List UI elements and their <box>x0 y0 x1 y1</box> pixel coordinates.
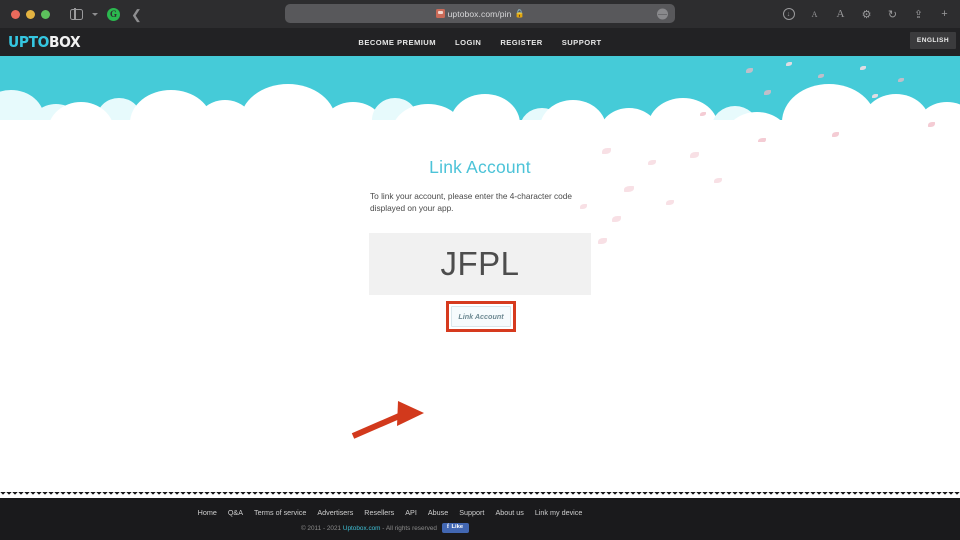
footer-links: Home Q&A Terms of service Advertisers Re… <box>0 508 960 517</box>
instruction-text: To link your account, please enter the 4… <box>370 191 573 213</box>
browser-window: G ❮ uptobox.com/pin 🔒 — ↓ A A ⚙ ↻ ⇪ + UP… <box>0 0 960 540</box>
footer-link-abuse[interactable]: Abuse <box>428 508 448 517</box>
footer-link-link-my-device[interactable]: Link my device <box>535 508 583 517</box>
window-traffic-lights <box>11 9 50 19</box>
cloud-illustration <box>0 68 960 142</box>
ghostery-shield-icon[interactable]: G <box>107 7 120 21</box>
address-bar-url: uptobox.com/pin <box>447 8 512 19</box>
text-size-larger-icon[interactable]: A <box>834 8 847 21</box>
site-footer: Home Q&A Terms of service Advertisers Re… <box>0 492 960 540</box>
footer-link-home[interactable]: Home <box>198 508 217 517</box>
footer-link-resellers[interactable]: Resellers <box>364 508 394 517</box>
pin-code-value: JFPL <box>440 245 520 282</box>
browser-right-icons: ↓ A A ⚙ ↻ ⇪ + <box>782 0 951 28</box>
nav-register[interactable]: REGISTER <box>500 38 542 47</box>
pin-code-input[interactable]: JFPL <box>369 233 591 295</box>
minimize-window-button[interactable] <box>26 9 35 19</box>
sky-cloud-banner <box>0 56 960 142</box>
share-icon[interactable]: ⇪ <box>912 8 925 21</box>
address-bar[interactable]: uptobox.com/pin 🔒 — <box>285 4 675 23</box>
chevron-down-icon[interactable] <box>92 12 98 16</box>
lock-icon: 🔒 <box>514 9 525 18</box>
site-header: UPTOBOX BECOME PREMIUM LOGIN REGISTER SU… <box>0 28 960 56</box>
reload-icon[interactable]: — <box>657 8 668 19</box>
maximize-window-button[interactable] <box>41 9 50 19</box>
close-window-button[interactable] <box>11 9 20 19</box>
new-tab-icon[interactable]: + <box>938 8 951 21</box>
footer-link-support[interactable]: Support <box>459 508 484 517</box>
page-content: Link Account To link your account, pleas… <box>0 142 960 492</box>
nav-login[interactable]: LOGIN <box>455 38 481 47</box>
extensions-gear-icon[interactable]: ⚙ <box>860 8 873 21</box>
footer-link-qa[interactable]: Q&A <box>228 508 243 517</box>
footer-link-api[interactable]: API <box>405 508 417 517</box>
downloads-icon[interactable]: ↓ <box>782 8 795 21</box>
text-size-smaller-icon[interactable]: A <box>808 8 821 21</box>
reload-page-icon[interactable]: ↻ <box>886 8 899 21</box>
footer-link-terms[interactable]: Terms of service <box>254 508 306 517</box>
site-nav: BECOME PREMIUM LOGIN REGISTER SUPPORT <box>0 38 960 47</box>
copyright-suffix: - All rights reserved <box>380 524 437 532</box>
site-favicon-icon <box>435 9 445 18</box>
language-selector[interactable]: ENGLISH <box>909 32 956 49</box>
facebook-f-icon: f <box>447 524 449 530</box>
nav-support[interactable]: SUPPORT <box>562 38 602 47</box>
nav-become-premium[interactable]: BECOME PREMIUM <box>358 38 436 47</box>
back-chevron-icon[interactable]: ❮ <box>131 8 142 21</box>
facebook-like-label: Like <box>451 524 464 530</box>
annotation-arrow <box>351 401 424 439</box>
browser-toolbar: G ❮ uptobox.com/pin 🔒 — ↓ A A ⚙ ↻ ⇪ + <box>0 0 960 28</box>
sidebar-toggle-icon[interactable] <box>70 8 83 20</box>
footer-link-about-us[interactable]: About us <box>495 508 523 517</box>
footer-link-advertisers[interactable]: Advertisers <box>317 508 353 517</box>
footer-zigzag-edge <box>0 492 960 498</box>
copyright-prefix: © 2011 - 2021 <box>300 524 343 532</box>
copyright-text: © 2011 - 2021 Uptobox.com - All rights r… <box>301 525 437 532</box>
page-title: Link Account <box>429 157 531 177</box>
footer-copyright-row: © 2011 - 2021 Uptobox.com - All rights r… <box>0 523 960 534</box>
facebook-like-button[interactable]: f Like <box>442 523 470 534</box>
copyright-brand-link[interactable]: Uptobox.com <box>343 525 381 532</box>
annotation-highlight-box <box>446 301 516 332</box>
